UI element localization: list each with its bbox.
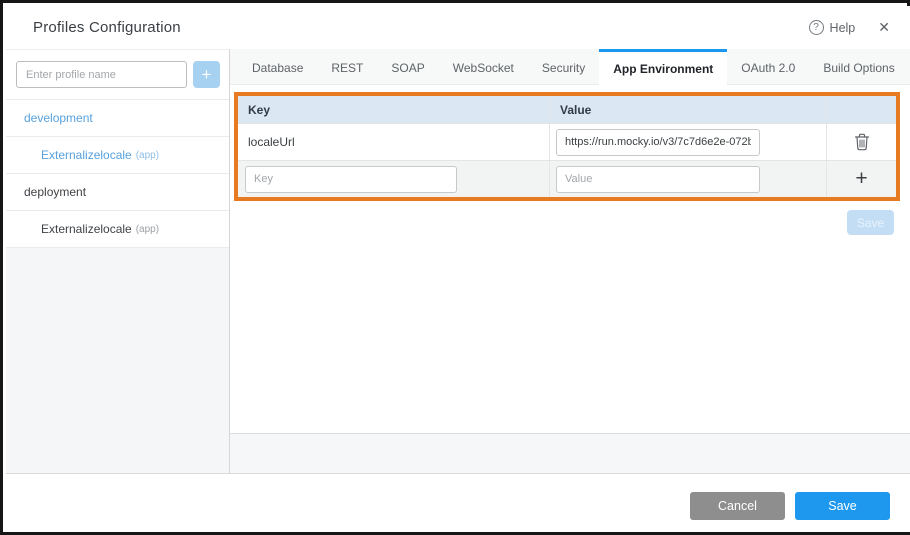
- table-row: localeUrl: [238, 123, 896, 160]
- help-label: Help: [830, 21, 856, 35]
- profile-item-label: Externalizelocale: [41, 148, 132, 162]
- tab-label: Build Options: [823, 61, 894, 75]
- key-cell: localeUrl: [238, 124, 549, 160]
- trash-icon: [854, 133, 870, 151]
- profiles-sidebar: + development Externalizelocale (app) de…: [6, 49, 230, 473]
- profile-item-suffix: (app): [136, 150, 159, 161]
- save-button[interactable]: Save: [795, 492, 890, 520]
- add-row-button[interactable]: +: [855, 169, 867, 189]
- tab-oauth[interactable]: OAuth 2.0: [727, 49, 809, 84]
- new-value-cell: [549, 161, 826, 197]
- tab-soap[interactable]: SOAP: [377, 49, 438, 84]
- tab-label: App Environment: [613, 62, 713, 76]
- delete-row-button[interactable]: [854, 133, 870, 151]
- tab-label: Database: [252, 61, 303, 75]
- tab-build-options[interactable]: Build Options: [809, 49, 908, 84]
- table-save-button[interactable]: Save: [847, 210, 894, 235]
- env-variables-table: Key Value localeUrl: [238, 96, 896, 197]
- tab-security[interactable]: Security: [528, 49, 599, 84]
- help-icon: ?: [809, 20, 824, 35]
- dialog-footer: Cancel Save: [6, 473, 910, 532]
- tab-label: REST: [331, 61, 363, 75]
- column-header-value: Value: [549, 96, 826, 123]
- main-panel: Database REST SOAP WebSocket Security Ap…: [230, 49, 910, 473]
- tab-websocket[interactable]: WebSocket: [439, 49, 528, 84]
- new-key-input[interactable]: [245, 166, 457, 193]
- column-header-actions: [826, 96, 896, 123]
- sidebar-item-development[interactable]: development: [6, 100, 229, 137]
- titlebar: Profiles Configuration ? Help ✕: [6, 6, 910, 49]
- profile-list: development Externalizelocale (app) depl…: [6, 99, 229, 248]
- tab-rest[interactable]: REST: [317, 49, 377, 84]
- titlebar-actions: ? Help ✕: [809, 19, 890, 36]
- new-value-input[interactable]: [556, 166, 760, 193]
- tab-label: WebSocket: [453, 61, 514, 75]
- profile-item-suffix: (app): [136, 224, 159, 235]
- help-button[interactable]: ? Help: [809, 20, 856, 35]
- tab-label: SOAP: [391, 61, 424, 75]
- new-actions-cell: +: [826, 161, 896, 197]
- tab-content-app-environment: Key Value localeUrl: [230, 85, 910, 433]
- profile-item-label: development: [24, 111, 93, 125]
- add-profile-button[interactable]: +: [193, 61, 220, 88]
- profile-input-row: +: [6, 50, 229, 99]
- sidebar-item-externalizelocale-deployment[interactable]: Externalizelocale (app): [6, 211, 229, 248]
- cancel-button[interactable]: Cancel: [690, 492, 785, 520]
- sidebar-item-deployment[interactable]: deployment: [6, 174, 229, 211]
- highlight-box: Key Value localeUrl: [234, 92, 900, 201]
- profile-name-input[interactable]: [16, 61, 187, 88]
- content-footer-strip: [230, 433, 910, 473]
- table-new-row: +: [238, 160, 896, 197]
- value-cell: [549, 124, 826, 160]
- tab-label: Security: [542, 61, 585, 75]
- profile-item-label: Externalizelocale: [41, 222, 132, 236]
- profiles-configuration-dialog: Profiles Configuration ? Help ✕ + develo…: [0, 0, 910, 535]
- sidebar-item-externalizelocale-development[interactable]: Externalizelocale (app): [6, 137, 229, 174]
- tab-bar: Database REST SOAP WebSocket Security Ap…: [230, 49, 910, 85]
- dialog-title: Profiles Configuration: [33, 19, 181, 36]
- table-header-row: Key Value: [238, 96, 896, 123]
- new-key-cell: [238, 161, 549, 197]
- tab-app-environment[interactable]: App Environment: [599, 49, 727, 85]
- key-text: localeUrl: [248, 135, 295, 149]
- tab-label: OAuth 2.0: [741, 61, 795, 75]
- column-header-key: Key: [238, 96, 549, 123]
- actions-cell: [826, 124, 896, 160]
- close-icon[interactable]: ✕: [878, 19, 890, 36]
- tab-database[interactable]: Database: [238, 49, 317, 84]
- value-input[interactable]: [556, 129, 760, 156]
- profile-item-label: deployment: [24, 185, 86, 199]
